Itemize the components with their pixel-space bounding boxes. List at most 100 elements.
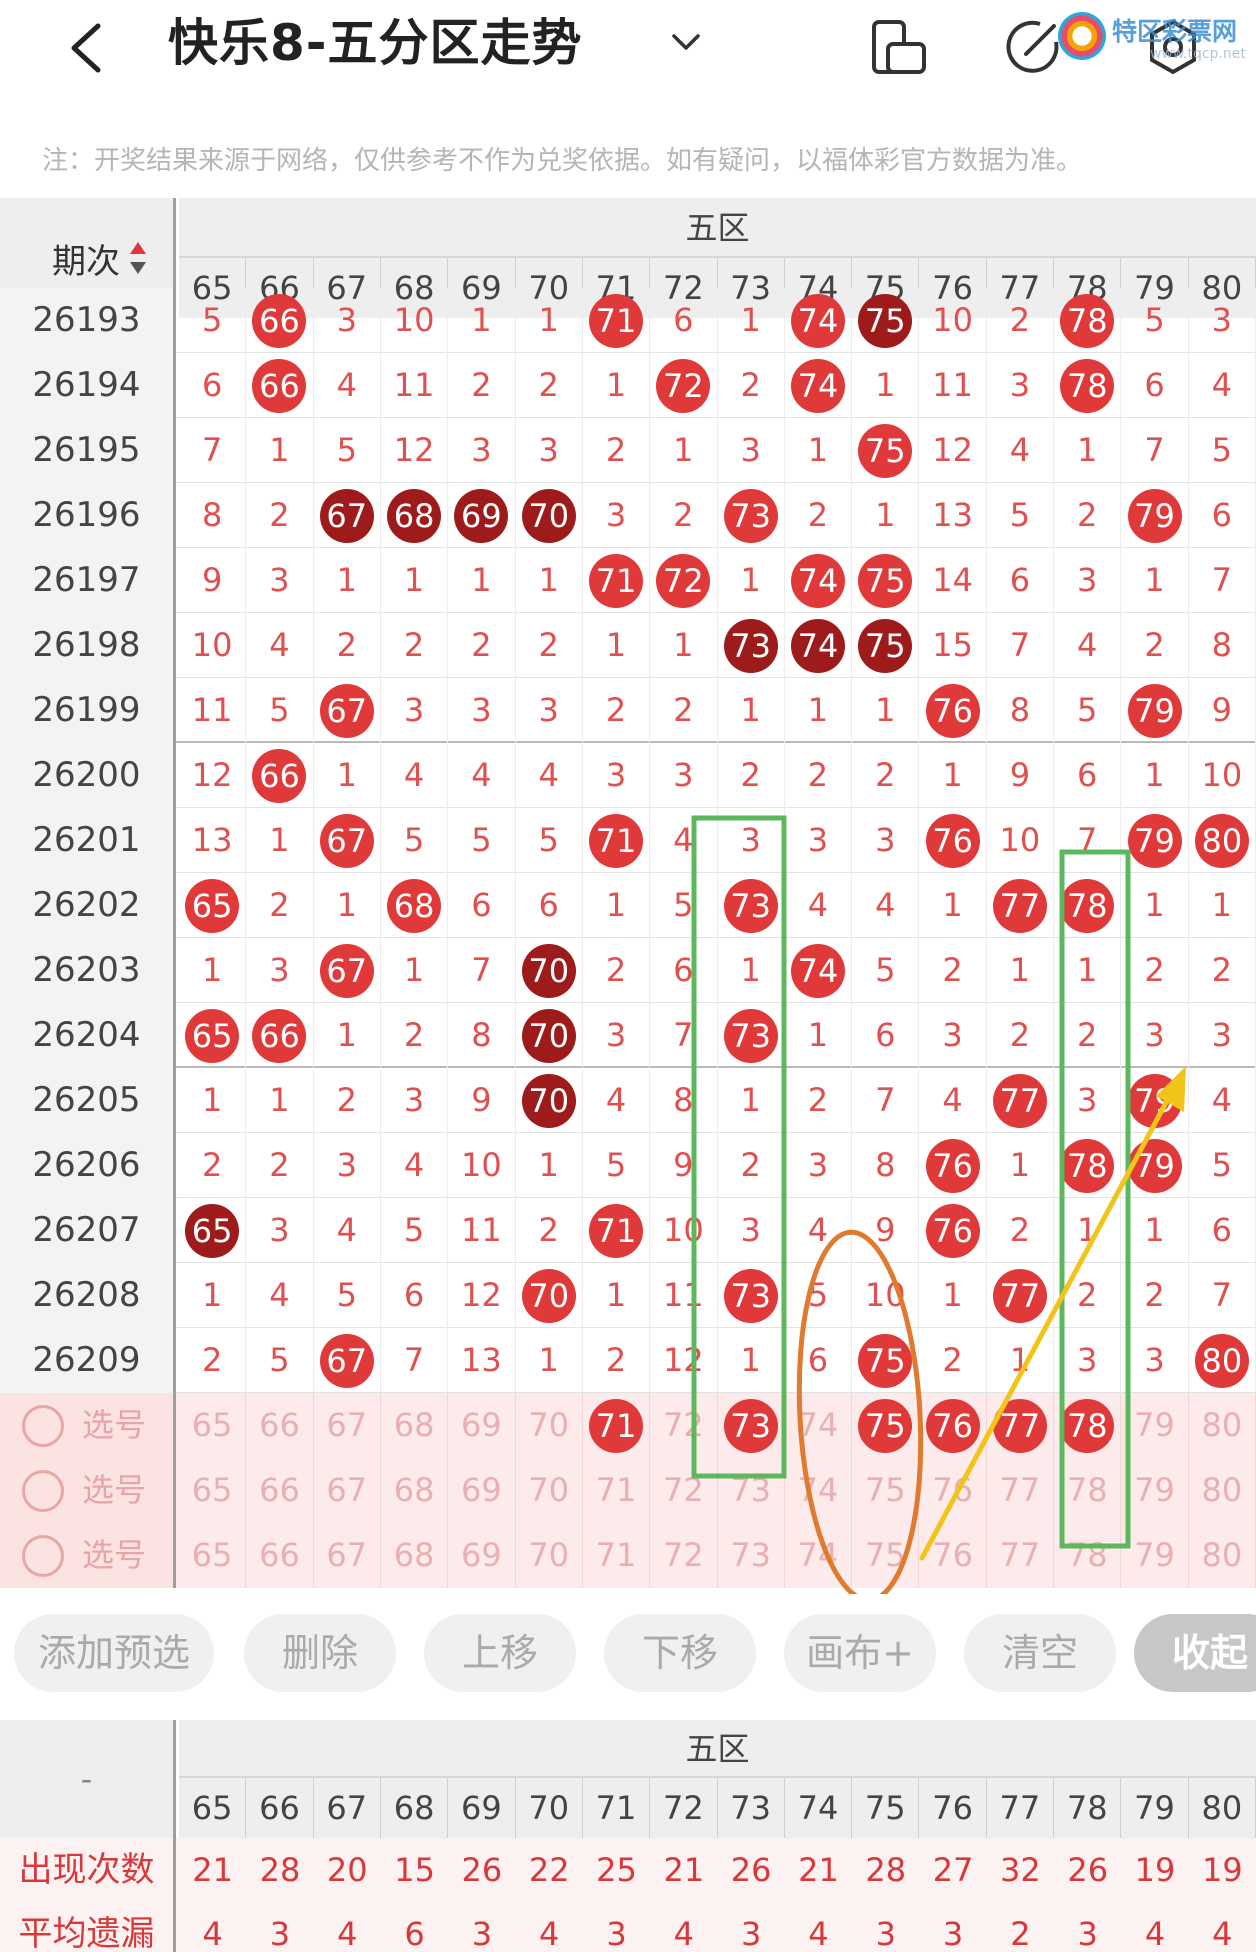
canvas-button[interactable]: 画布+ — [784, 1614, 936, 1692]
miss-count-cell: 6 — [1189, 483, 1256, 548]
pick-number[interactable]: 74 — [785, 1393, 853, 1458]
move-down-button[interactable]: 下移 — [604, 1614, 756, 1692]
pick-number[interactable]: 80 — [1189, 1393, 1256, 1458]
radio-button[interactable] — [22, 1405, 64, 1447]
number-ball: 74 — [790, 358, 845, 413]
miss-count-cell: 8 — [179, 483, 247, 548]
pick-number[interactable]: 72 — [650, 1458, 718, 1523]
zone-header: 五区 — [179, 198, 1256, 258]
sort-icon[interactable] — [128, 238, 148, 278]
miss-count-cell: 1 — [1121, 873, 1189, 938]
pick-number[interactable]: 65 — [179, 1458, 247, 1523]
drawn-number-cell: 70 — [516, 938, 583, 1003]
table-row: 26196 8 2 67 68 69 70 3 2 73 2 1 13 5 2 79 6 — [0, 483, 1256, 548]
pick-number[interactable]: 80 — [1189, 1523, 1256, 1588]
pick-number[interactable]: 78 — [1054, 1458, 1122, 1523]
number-ball[interactable]: 71 — [589, 1398, 644, 1453]
number-ball: 76 — [925, 683, 980, 738]
miss-count-cell: 2 — [246, 873, 314, 938]
pick-number[interactable]: 74 — [785, 1523, 853, 1588]
drawn-number-cell: 71 — [583, 1198, 651, 1263]
pick-number[interactable]: 69 — [448, 1523, 516, 1588]
chevron-down-icon[interactable] — [666, 22, 706, 62]
pick-number-selected[interactable]: 77 — [987, 1393, 1055, 1458]
stats-column-header: 78 — [1054, 1778, 1122, 1838]
share-icon[interactable] — [1000, 14, 1066, 80]
avg-miss-cell: 2 — [1010, 1915, 1031, 1952]
miss-count-cell: 5 — [246, 678, 314, 743]
pick-number[interactable]: 76 — [919, 1523, 987, 1588]
pick-row-label[interactable]: 选号 — [0, 1393, 176, 1458]
pick-number[interactable]: 77 — [987, 1458, 1055, 1523]
number-ball: 67 — [319, 943, 374, 998]
pick-number-selected[interactable]: 76 — [919, 1393, 987, 1458]
pick-number[interactable]: 73 — [718, 1523, 785, 1588]
pick-number[interactable]: 65 — [179, 1523, 247, 1588]
miss-count-cell: 3 — [583, 1003, 651, 1068]
delete-button[interactable]: 删除 — [244, 1614, 396, 1692]
back-arrow-icon[interactable] — [60, 18, 120, 78]
pick-number[interactable]: 69 — [448, 1458, 516, 1523]
number-ball[interactable]: 73 — [723, 1398, 778, 1453]
radio-button[interactable] — [22, 1535, 64, 1577]
pick-number[interactable]: 67 — [314, 1523, 381, 1588]
pick-number[interactable]: 71 — [583, 1458, 651, 1523]
action-button-bar: 添加预选 删除 上移 下移 画布+ 清空 收起 — [0, 1594, 1256, 1714]
pick-number[interactable]: 75 — [852, 1523, 920, 1588]
pick-number[interactable]: 70 — [516, 1393, 583, 1458]
rotate-screen-icon[interactable] — [866, 14, 932, 80]
pick-number[interactable]: 72 — [650, 1393, 718, 1458]
clear-button[interactable]: 清空 — [964, 1614, 1116, 1692]
pick-number[interactable]: 66 — [246, 1393, 314, 1458]
miss-count-cell: 2 — [448, 353, 516, 418]
drawn-number-cell: 76 — [919, 1133, 987, 1198]
pick-number[interactable]: 67 — [314, 1458, 381, 1523]
miss-count-cell: 5 — [246, 1328, 314, 1393]
pick-number[interactable]: 76 — [919, 1458, 987, 1523]
pick-number[interactable]: 68 — [381, 1458, 449, 1523]
pick-number[interactable]: 77 — [987, 1523, 1055, 1588]
pick-number-selected[interactable]: 75 — [852, 1393, 920, 1458]
miss-count-cell: 1 — [919, 873, 987, 938]
miss-count-cell: 12 — [650, 1328, 718, 1393]
number-ball[interactable]: 78 — [1060, 1398, 1115, 1453]
top-bar: 快乐8-五分区走势 特区彩票网 www.tqcp.net — [0, 0, 1256, 100]
pick-number[interactable]: 66 — [246, 1523, 314, 1588]
stats-column-header: 66 — [246, 1778, 314, 1838]
pick-number[interactable]: 80 — [1189, 1458, 1256, 1523]
pick-row-label[interactable]: 选号 — [0, 1523, 176, 1588]
pick-number[interactable]: 71 — [583, 1523, 651, 1588]
pick-number[interactable]: 70 — [516, 1523, 583, 1588]
pick-number[interactable]: 79 — [1121, 1393, 1189, 1458]
pick-number[interactable]: 70 — [516, 1458, 583, 1523]
pick-number-selected[interactable]: 71 — [583, 1393, 651, 1458]
collapse-button[interactable]: 收起 — [1134, 1614, 1256, 1692]
pick-number-selected[interactable]: 78 — [1054, 1393, 1122, 1458]
pick-number[interactable]: 65 — [179, 1393, 247, 1458]
page-title[interactable]: 快乐8-五分区走势 — [168, 8, 583, 78]
pick-number[interactable]: 67 — [314, 1393, 381, 1458]
pick-number[interactable]: 74 — [785, 1458, 853, 1523]
number-ball[interactable]: 76 — [925, 1398, 980, 1453]
pick-number[interactable]: 68 — [381, 1393, 449, 1458]
pick-number[interactable]: 69 — [448, 1393, 516, 1458]
number-ball[interactable]: 77 — [992, 1398, 1047, 1453]
miss-count-cell: 2 — [718, 353, 785, 418]
pick-number[interactable]: 79 — [1121, 1523, 1189, 1588]
pick-number-selected[interactable]: 73 — [718, 1393, 785, 1458]
miss-count-cell: 5 — [1189, 418, 1256, 483]
move-up-button[interactable]: 上移 — [424, 1614, 576, 1692]
pick-number[interactable]: 72 — [650, 1523, 718, 1588]
number-ball[interactable]: 75 — [858, 1398, 913, 1453]
pick-number[interactable]: 68 — [381, 1523, 449, 1588]
table-row: 26193 5 66 3 10 1 1 71 6 1 74 75 10 2 78 5 3 — [0, 288, 1256, 353]
radio-button[interactable] — [22, 1470, 64, 1512]
pick-number[interactable]: 79 — [1121, 1458, 1189, 1523]
pick-number[interactable]: 66 — [246, 1458, 314, 1523]
add-preselect-button[interactable]: 添加预选 — [14, 1614, 214, 1692]
pick-number[interactable]: 73 — [718, 1458, 785, 1523]
pick-row-label[interactable]: 选号 — [0, 1458, 176, 1523]
pick-number[interactable]: 75 — [852, 1458, 920, 1523]
pick-number[interactable]: 78 — [1054, 1523, 1122, 1588]
miss-count-cell: 3 — [785, 808, 853, 873]
